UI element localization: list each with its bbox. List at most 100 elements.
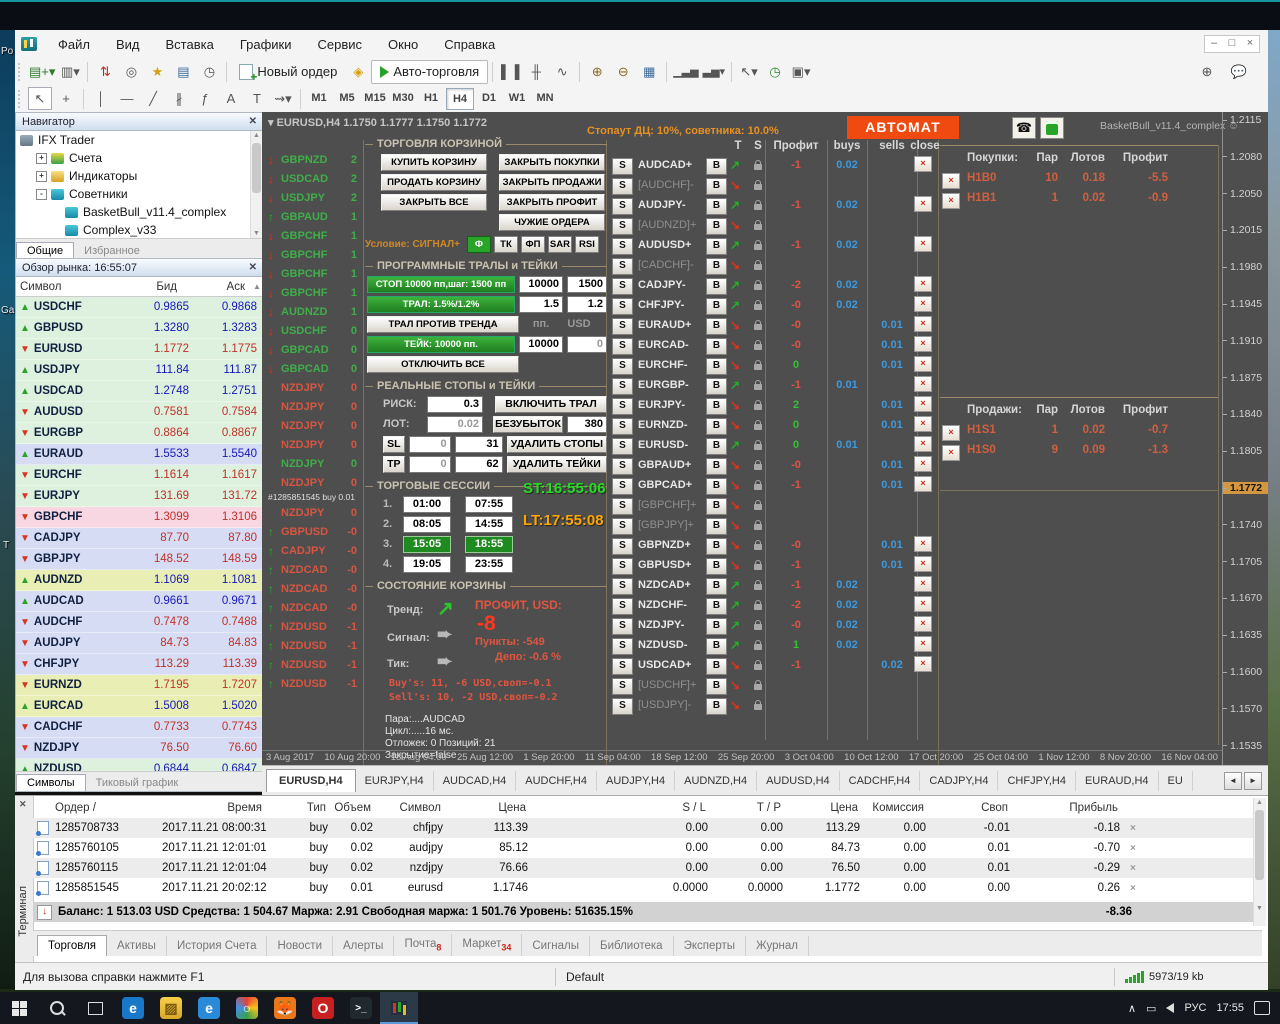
chart-tab-AUDJPY,H4[interactable]: AUDJPY,H4 [597,770,676,791]
basket-button-ЗАКРЫТЬ ПРОФИТ[interactable]: ЗАКРЫТЬ ПРОФИТ [499,193,605,211]
breakeven-input[interactable] [567,415,607,433]
restore-button[interactable]: □ [1223,36,1241,52]
sell-button[interactable]: S [612,478,633,495]
sell-button[interactable]: S [612,638,633,655]
task-view-icon[interactable] [76,992,114,1024]
order-close-icon[interactable]: × [1126,823,1136,834]
timeframe-D1[interactable]: D1 [476,88,502,108]
ea-phone-button[interactable]: ☎ [1012,117,1036,139]
sell-button[interactable]: S [612,198,633,215]
close-pair-button[interactable]: × [914,356,932,372]
taskbar-edge-icon[interactable]: e [114,992,152,1024]
terminal-tab-Маркет[interactable]: Маркет34 [452,933,523,956]
navigator-item-Советники[interactable]: - Советники [16,185,263,203]
order-row-1285851545[interactable]: 1285851545 2017.11.21 20:02:12 buy 0.01 euru… [33,878,1262,898]
timeframe-MN[interactable]: MN [532,88,558,108]
basket-button-ЗАКРЫТЬ ВСЕ[interactable]: ЗАКРЫТЬ ВСЕ [381,193,487,211]
terminal-scrollbar[interactable]: ▲ ▼ [1253,798,1266,926]
chart-tab-AUDCHF,H4[interactable]: AUDCHF,H4 [516,770,597,791]
order-close-icon[interactable]: × [1126,843,1136,854]
sell-button[interactable]: S [612,238,633,255]
close-pair-button[interactable]: × [914,476,932,492]
condition-button-ТК[interactable]: ТК [493,235,518,253]
zoom-in-icon[interactable]: ⊕ [585,60,609,83]
buy-button[interactable]: B [706,498,727,515]
indicators-icon[interactable]: ▁▃▅ [672,60,699,83]
close-pair-button[interactable]: × [914,596,932,612]
new-chart-icon[interactable]: ▤+▾ [28,60,56,83]
tray-chevron-icon[interactable]: ∧ [1128,1002,1136,1015]
trail-button[interactable]: ОТКЛЮЧИТЬ ВСЕ [367,355,519,373]
condition-button-ФП[interactable]: ФП [520,235,545,253]
buy-button[interactable]: B [706,538,727,555]
trail-button[interactable]: СТОП 10000 пп,шаг: 1500 пп [367,275,515,293]
enable-trail-button[interactable]: ВКЛЮЧИТЬ ТРАЛ [495,395,607,413]
timeframe-M30[interactable]: M30 [390,88,416,108]
buy-button[interactable]: B [706,258,727,275]
sell-button[interactable]: S [612,538,633,555]
market-row-EURUSD[interactable]: ▼ EURUSD 1.1772 1.1775 [16,339,263,360]
close-pair-button[interactable]: × [914,316,932,332]
label-tool-icon[interactable]: T [245,87,269,110]
close-pair-button[interactable]: × [914,616,932,632]
order-close-icon[interactable]: × [1126,883,1136,894]
ea-automat-button[interactable]: АВТОМАТ [847,116,959,139]
sell-button[interactable]: S [612,178,633,195]
timeframe-M1[interactable]: M1 [306,88,332,108]
buy-button[interactable]: B [706,358,727,375]
session-to[interactable]: 23:55 [465,555,513,573]
sl-input-2[interactable] [454,435,503,453]
basket-button-КУПИТЬ КОРЗИНУ[interactable]: КУПИТЬ КОРЗИНУ [381,153,487,171]
market-row-GBPUSD[interactable]: ▲ GBPUSD 1.3280 1.3283 [16,318,263,339]
market-row-CHFJPY[interactable]: ▼ CHFJPY 113.29 113.39 [16,654,263,675]
order-row-1285708733[interactable]: 1285708733 2017.11.21 08:00:31 buy 0.02 chfj… [33,818,1262,838]
basket-button-ПРОДАТЬ КОРЗИНУ[interactable]: ПРОДАТЬ КОРЗИНУ [381,173,487,191]
menu-item-Вид[interactable]: Вид [103,37,153,52]
taskbar-console-icon[interactable]: >_ [342,992,380,1024]
menu-item-Файл[interactable]: Файл [45,37,103,52]
expander-icon[interactable]: + [36,170,47,182]
delete-stops-button[interactable]: УДАЛИТЬ СТОПЫ [506,435,607,453]
buy-button[interactable]: B [706,158,727,175]
menu-item-Вставка[interactable]: Вставка [153,37,227,52]
period-icon[interactable]: ◷ [763,60,787,83]
close-icon[interactable]: ✕ [249,262,257,273]
buy-button[interactable]: B [706,218,727,235]
expander-icon[interactable]: + [36,152,47,164]
tray-volume-icon[interactable] [1166,1003,1175,1013]
sell-button[interactable]: S [612,378,633,395]
basket-button-ЗАКРЫТЬ ПРОДАЖИ[interactable]: ЗАКРЫТЬ ПРОДАЖИ [499,173,605,191]
search-icon[interactable]: ⊕ [1195,60,1219,83]
taskbar-firefox-icon[interactable]: 🦊 [266,992,304,1024]
session-from[interactable]: 15:05 [403,535,451,553]
menu-item-Окно[interactable]: Окно [375,37,431,52]
scroll-right-icon[interactable]: ► [1244,771,1262,790]
trail-input-2[interactable] [567,335,607,353]
taskbar-metatrader-icon[interactable] [380,992,418,1024]
scroll-left-icon[interactable]: ◄ [1224,771,1242,790]
close-pair-button[interactable]: × [914,636,932,652]
buy-button[interactable]: B [706,338,727,355]
lot-input[interactable] [427,415,483,433]
chart-tab-CHFJPY,H4[interactable]: CHFJPY,H4 [998,770,1076,791]
buy-button[interactable]: B [706,178,727,195]
order-row-1285760105[interactable]: 1285760105 2017.11.21 12:01:01 buy 0.02 audj… [33,838,1262,858]
session-from[interactable]: 01:00 [403,495,451,513]
timeframe-H4[interactable]: H4 [446,87,474,110]
trail-input-1[interactable] [519,275,563,293]
navigator-item-Индикаторы[interactable]: + Индикаторы [16,167,263,185]
delete-takes-button[interactable]: УДАЛИТЬ ТЕЙКИ [506,455,607,473]
objects-icon[interactable]: ↖▾ [737,60,761,83]
history-icon[interactable]: ◷ [197,60,221,83]
terminal-tab-Сигналы[interactable]: Сигналы [522,936,591,956]
sell-button[interactable]: S [612,518,633,535]
chart-tab-EURUSD,H4[interactable]: EURUSD,H4 [266,769,356,792]
terminal-tab-История Счета[interactable]: История Счета [167,936,268,956]
fibonacci-icon[interactable]: ƒ [193,87,217,110]
taskbar-opera-icon[interactable]: O [304,992,342,1024]
sell-button[interactable]: S [612,598,633,615]
market-row-USDCAD[interactable]: ▲ USDCAD 1.2748 1.2751 [16,381,263,402]
trail-button[interactable]: ТЕЙК: 10000 пп. [367,335,515,353]
market-row-USDJPY[interactable]: ▲ USDJPY 111.84 111.87 [16,360,263,381]
menu-item-Справка[interactable]: Справка [431,37,508,52]
